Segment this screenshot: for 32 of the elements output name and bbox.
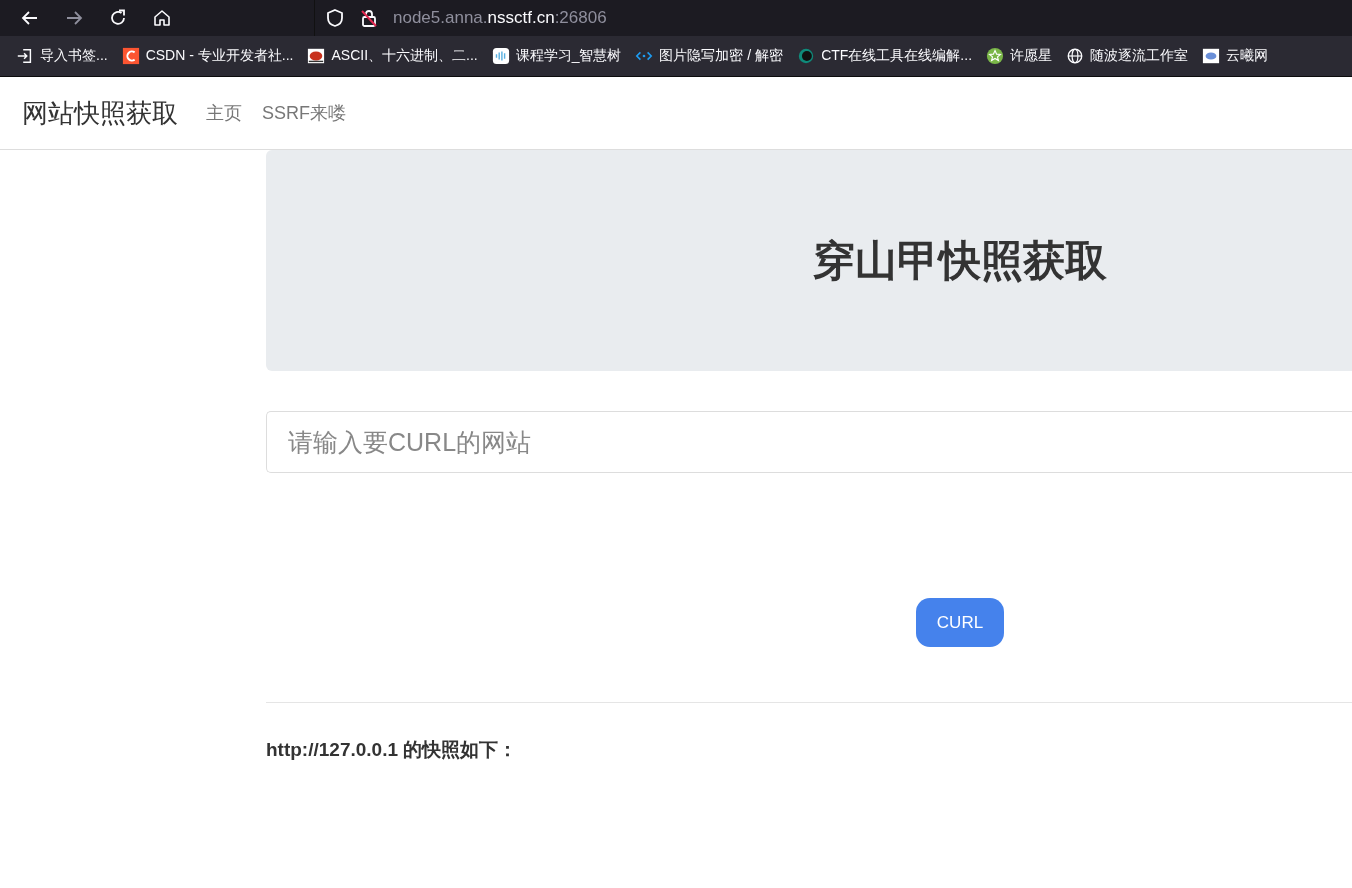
bookmark-label[interactable]: 导入书签... bbox=[40, 47, 108, 65]
ring-icon bbox=[797, 47, 816, 65]
bookmark-label[interactable]: 云曦网 bbox=[1226, 47, 1269, 65]
url-input-field[interactable]: 请输入要CURL的网站 bbox=[266, 411, 1352, 473]
bookmark-label[interactable]: 课程学习_智慧树 bbox=[515, 47, 622, 65]
star-icon bbox=[986, 47, 1005, 65]
import-icon bbox=[16, 47, 34, 65]
reload-icon[interactable] bbox=[108, 8, 128, 28]
cloud-icon bbox=[1202, 47, 1221, 65]
bookmark[interactable]: 随波逐流工作室 bbox=[1066, 47, 1189, 65]
jumbotron-title: 穿山甲快照获取 bbox=[813, 235, 1107, 286]
bookmark[interactable]: 图片隐写加密 / 解密 bbox=[635, 47, 784, 65]
bookmark[interactable]: 许愿星 bbox=[986, 47, 1053, 65]
globe-icon bbox=[1066, 47, 1085, 65]
crossed-lock-icon[interactable] bbox=[359, 8, 379, 28]
shield-icon[interactable] bbox=[325, 8, 345, 28]
nav-link[interactable]: SSRF来喽 bbox=[262, 101, 346, 125]
bars-icon bbox=[491, 47, 510, 65]
result-text: http://127.0.0.1 的快照如下： bbox=[266, 738, 519, 762]
curl-button[interactable]: CURL bbox=[916, 598, 1004, 647]
nav-link[interactable]: 主页 bbox=[206, 101, 242, 125]
home-icon[interactable] bbox=[152, 8, 172, 28]
bookmark[interactable]: 课程学习_智慧树 bbox=[491, 47, 622, 65]
url-text[interactable]: node5.anna.nssctf.cn:26806 bbox=[393, 8, 607, 28]
bookmark-label[interactable]: 许愿星 bbox=[1010, 47, 1053, 65]
bookmark[interactable]: 云曦网 bbox=[1202, 47, 1269, 65]
bookmark-label[interactable]: 随波逐流工作室 bbox=[1090, 47, 1189, 65]
bookmark[interactable]: 导入书签... bbox=[16, 47, 108, 65]
letter-c-icon bbox=[121, 47, 140, 65]
emblem-icon bbox=[307, 47, 326, 65]
site-brand[interactable]: 网站快照获取 bbox=[22, 95, 178, 131]
bookmark-label[interactable]: 图片隐写加密 / 解密 bbox=[659, 47, 784, 65]
